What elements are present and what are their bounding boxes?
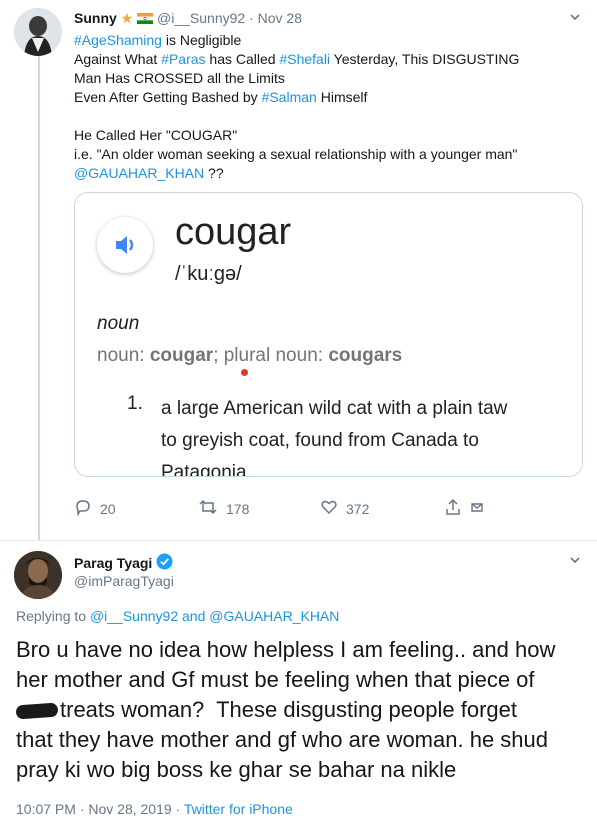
display-name[interactable]: Parag Tyagi — [74, 555, 152, 571]
source-link[interactable]: Twitter for iPhone — [184, 801, 293, 817]
forms-word: cougar — [149, 345, 214, 366]
definition-text: a large American wild cat with a plain t… — [161, 393, 582, 477]
forms-plural-label: ; plural noun: — [213, 345, 329, 366]
reply-button[interactable]: 20 — [74, 498, 116, 519]
hashtag-link[interactable]: #Shefali — [279, 51, 330, 67]
user-handle[interactable]: @i__Sunny92 — [157, 10, 245, 26]
heart-icon — [320, 498, 338, 519]
timestamp[interactable]: 10:07 PM · Nov 28, 2019 · — [16, 801, 184, 817]
tweet-text-line: Bro u have no idea how helpless I am fee… — [16, 637, 556, 662]
dm-icon — [470, 500, 484, 517]
tweet-text-line: Man Has CROSSED all the Limits — [74, 70, 285, 86]
replying-to: Replying to @i__Sunny92 and @GAUAHAR_KHA… — [16, 608, 339, 624]
speaker-icon[interactable] — [97, 217, 153, 273]
star-icon: ★ — [120, 10, 134, 26]
part-of-speech: noun — [97, 313, 140, 334]
verified-badge-icon — [156, 553, 173, 573]
reply-count: 20 — [100, 500, 116, 517]
tweet-text-segment: is Negligible — [161, 32, 242, 48]
display-name-row: Parag Tyagi — [74, 553, 173, 573]
avatar[interactable] — [14, 8, 62, 56]
retweet-count: 178 — [226, 500, 250, 517]
avatar[interactable] — [14, 551, 62, 599]
forms-prefix: noun: — [97, 345, 150, 366]
retweet-button[interactable]: 178 — [198, 498, 249, 519]
user-handle[interactable]: @imParagTyagi — [74, 573, 174, 589]
red-cursor-dot — [241, 369, 248, 376]
tweet-metadata: 10:07 PM · Nov 28, 2019 · Twitter for iP… — [16, 801, 293, 817]
tweet-text-line: pray ki wo big boss ke ghar se bahar na … — [16, 757, 457, 782]
tweet-text: Bro u have no idea how helpless I am fee… — [15, 635, 586, 785]
definition-number: 1. — [127, 393, 143, 414]
definition-line: to greyish coat, found from Canada to — [161, 430, 479, 451]
tweet-actions: 20 178 372 — [74, 498, 584, 522]
definition-line: a large American wild cat with a plain t… — [161, 398, 508, 419]
censor-scribble — [15, 702, 59, 720]
tweet-text-line: that they have mother and gf who are wom… — [16, 727, 548, 752]
reply-icon — [74, 498, 92, 519]
replying-and: and — [178, 608, 210, 624]
india-flag-icon — [137, 10, 154, 24]
chevron-down-icon[interactable] — [569, 10, 581, 26]
tweet-text-segment: Against What — [74, 51, 162, 67]
tweet-reply[interactable]: Parag Tyagi @imParagTyagi Replying to @i… — [0, 540, 597, 837]
mention-link[interactable]: @GAUAHAR_KHAN — [74, 165, 204, 181]
definition-line: Patagonia. — [161, 462, 252, 477]
tweet-original[interactable]: Sunny ★ @i__Sunny92 · Nov 28 #AgeShaming… — [0, 0, 597, 540]
like-button[interactable]: 372 — [320, 498, 369, 519]
tweet-text-line: her mother and Gf must be feeling when t… — [16, 667, 535, 692]
share-button[interactable] — [444, 498, 484, 519]
tweet-text: #AgeShaming is Negligible Against What #… — [74, 31, 584, 183]
chevron-down-icon[interactable] — [569, 553, 581, 569]
phonetic-spelling: /ˈkuːɡə/ — [175, 263, 242, 285]
retweet-icon — [198, 498, 218, 519]
tweet-text-segment: treats woman? These disgusting people fo… — [60, 697, 517, 722]
hashtag-link[interactable]: #Paras — [161, 51, 205, 67]
replying-label: Replying to — [16, 608, 90, 624]
mention-link[interactable]: @i__Sunny92 — [90, 608, 178, 624]
dictionary-word: cougar — [175, 211, 292, 253]
mention-link[interactable]: @GAUAHAR_KHAN — [209, 608, 339, 624]
tweet-text-segment: Even After Getting Bashed by — [74, 89, 262, 105]
tweet-text-segment: Yesterday, This DISGUSTING — [330, 51, 520, 67]
attached-image-card[interactable]: cougar /ˈkuːɡə/ noun noun: cougar; plura… — [74, 192, 583, 477]
tweet-text-segment: Himself — [316, 89, 368, 105]
tweet-header: Sunny ★ @i__Sunny92 · Nov 28 — [74, 9, 302, 27]
tweet-text-line: He Called Her "COUGAR" — [74, 127, 238, 143]
hashtag-link[interactable]: #AgeShaming — [74, 32, 162, 48]
display-name[interactable]: Sunny — [74, 10, 117, 26]
like-count: 372 — [346, 500, 370, 517]
tweet-text-segment: has Called — [205, 51, 280, 67]
share-icon — [444, 498, 462, 519]
tweet-text-line: i.e. "An older woman seeking a sexual re… — [74, 146, 518, 162]
separator-dot: · — [249, 10, 254, 26]
tweet-time[interactable]: Nov 28 — [258, 10, 302, 26]
forms-plural: cougars — [328, 345, 403, 366]
hashtag-link[interactable]: #Salman — [262, 89, 317, 105]
tweet-text-segment: ?? — [204, 165, 224, 181]
word-forms: noun: cougar; plural noun: cougars — [97, 345, 402, 367]
